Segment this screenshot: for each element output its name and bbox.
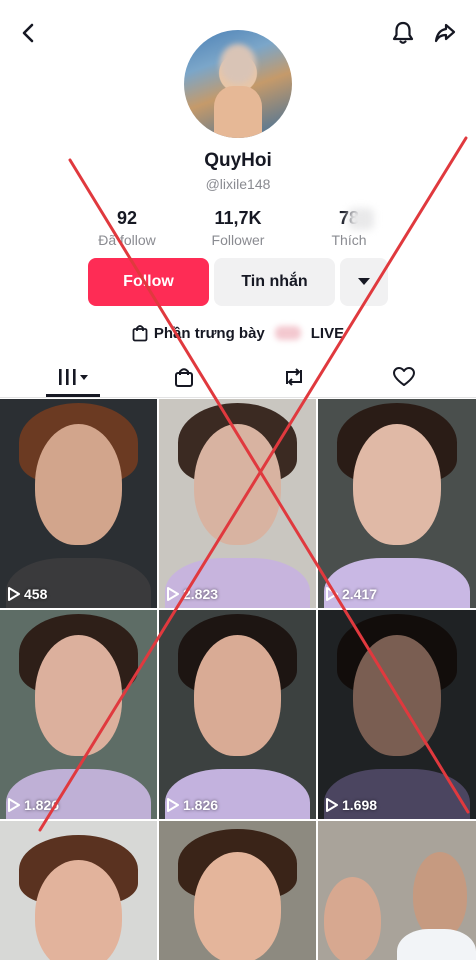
shopping-bag-icon: [132, 325, 148, 342]
thumbnail-art: [193, 635, 282, 757]
followers-count: 11,7K: [214, 208, 262, 228]
view-count: 458: [8, 586, 47, 602]
avatar-body: [214, 86, 262, 138]
video-thumbnail[interactable]: 2.417: [318, 399, 476, 608]
play-icon: [8, 798, 20, 812]
heart-icon: [392, 367, 415, 386]
repost-icon: [285, 368, 302, 386]
view-count-label: 1.826: [183, 797, 219, 813]
tab-reposts[interactable]: [234, 356, 353, 398]
following-label: Đã follow: [98, 232, 156, 248]
avatar-face: [220, 44, 256, 84]
view-count: 2.417: [326, 586, 377, 602]
thumbnail-art: [193, 424, 282, 546]
view-count-label: 1.826: [24, 797, 60, 813]
redaction-blur: [348, 208, 374, 230]
back-button[interactable]: [14, 18, 44, 48]
followers-label: Follower: [211, 232, 265, 248]
thumbnail-art: [34, 635, 123, 757]
message-button[interactable]: Tin nhắn: [214, 258, 335, 306]
thumbnail-art: [397, 929, 476, 960]
active-tab-indicator: [46, 394, 100, 397]
thumbnail-art: [324, 876, 382, 960]
caret-down-icon: [358, 278, 370, 285]
following-stat[interactable]: 92 Đã follow: [72, 208, 182, 248]
video-thumbnail[interactable]: 2.823: [159, 399, 316, 608]
avatar[interactable]: [184, 30, 292, 138]
video-thumbnail[interactable]: 1.826: [0, 610, 157, 819]
view-count: 1.698: [326, 797, 377, 813]
notification-button[interactable]: [388, 18, 418, 48]
followers-stat[interactable]: 11,7K Follower: [183, 208, 293, 248]
play-icon: [167, 587, 179, 601]
showcase-label: Phần trưng bày: [153, 324, 265, 342]
redaction-blur: [274, 326, 301, 340]
live-label: LIVE: [310, 324, 345, 342]
chevron-left-icon: [22, 23, 34, 43]
video-thumbnail[interactable]: [159, 821, 316, 960]
thumbnail-art: [193, 851, 282, 960]
tab-shop[interactable]: [124, 356, 243, 398]
video-grid: 458 2.823 2.417 1.826 1.826 1.698: [0, 399, 476, 960]
follow-button[interactable]: Follow: [88, 258, 209, 306]
share-icon: [434, 23, 456, 43]
thumbnail-art: [352, 424, 442, 546]
share-button[interactable]: [430, 18, 460, 48]
tab-videos[interactable]: [14, 356, 133, 398]
shopping-bag-icon: [174, 368, 193, 387]
view-count: 1.826: [8, 797, 59, 813]
following-count: 92: [116, 208, 138, 228]
username-handle: @lixile148: [205, 176, 271, 192]
video-thumbnail[interactable]: 458: [0, 399, 157, 608]
profile-tabs: [0, 356, 476, 398]
play-icon: [326, 798, 338, 812]
thumbnail-art: [412, 851, 467, 938]
thumbnail-art: [352, 635, 442, 757]
play-icon: [167, 798, 179, 812]
view-count: 1.826: [167, 797, 218, 813]
bell-icon: [392, 21, 414, 44]
play-icon: [326, 587, 338, 601]
view-count: 2.823: [167, 586, 218, 602]
grid-icon: [58, 369, 88, 385]
tab-liked[interactable]: [344, 356, 463, 398]
view-count-label: 2.417: [342, 586, 378, 602]
likes-label: Thích: [331, 232, 367, 248]
display-name: QuyHoi: [204, 150, 272, 171]
showcase-link[interactable]: Phần trưng bày LIVE: [0, 322, 476, 344]
video-thumbnail[interactable]: 1.826: [159, 610, 316, 819]
video-thumbnail[interactable]: [0, 821, 157, 960]
view-count-label: 1.698: [342, 797, 378, 813]
video-thumbnail[interactable]: 1.698: [318, 610, 476, 819]
play-icon: [8, 587, 20, 601]
more-options-button[interactable]: [340, 258, 388, 306]
thumbnail-art: [34, 424, 123, 546]
view-count-label: 458: [24, 586, 48, 602]
view-count-label: 2.823: [183, 586, 219, 602]
video-thumbnail[interactable]: [318, 821, 476, 960]
